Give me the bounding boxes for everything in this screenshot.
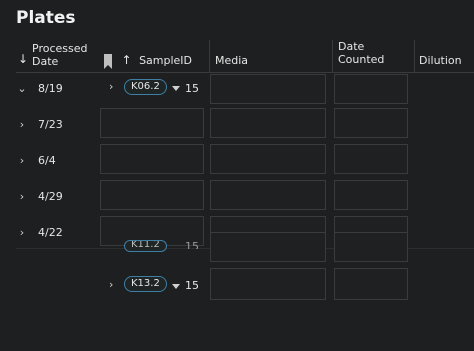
chevron-right-icon[interactable]: › [16, 226, 28, 239]
chevron-right-icon[interactable]: › [109, 80, 113, 93]
chevron-right-icon[interactable]: › [16, 118, 28, 131]
media-cell[interactable] [210, 268, 326, 300]
group-row-7-23[interactable]: › 7/23 [16, 109, 63, 139]
media-header[interactable]: Media [215, 54, 248, 67]
processed-date-label: Processed Date [32, 42, 88, 68]
page-title: Plates [16, 8, 76, 28]
sample-count-partial: 15 [185, 240, 199, 249]
date-counted-header[interactable]: Date Counted [338, 40, 398, 66]
chevron-down-icon[interactable]: ⌄ [16, 82, 28, 95]
sort-descending-icon[interactable]: ↓ [18, 53, 28, 66]
media-cell[interactable] [210, 232, 326, 262]
sampleid-cell[interactable] [100, 180, 204, 210]
media-cell[interactable] [210, 180, 326, 210]
dropdown-arrow-icon[interactable] [172, 284, 180, 289]
sampleid-pill[interactable]: K06.2 [124, 79, 167, 95]
group-date: 7/23 [38, 117, 63, 131]
group-date: 8/19 [38, 81, 63, 95]
column-divider[interactable] [332, 40, 333, 72]
group-row-8-19[interactable]: ⌄ 8/19 [16, 73, 63, 103]
dilution-header[interactable]: Dilution [419, 54, 462, 67]
header-divider [16, 72, 474, 73]
sampleid-pill-partial[interactable]: K11.2 [124, 240, 167, 252]
column-divider[interactable] [209, 40, 210, 72]
date-counted-cell[interactable] [334, 144, 408, 174]
media-cell[interactable] [210, 74, 326, 104]
column-divider[interactable] [414, 40, 415, 72]
media-cell[interactable] [210, 144, 326, 174]
date-counted-cell[interactable] [334, 232, 408, 262]
group-date: 6/4 [38, 153, 56, 167]
dropdown-arrow-icon[interactable] [172, 86, 180, 91]
group-row-4-29[interactable]: › 4/29 [16, 181, 63, 211]
date-counted-cell[interactable] [334, 108, 408, 138]
media-cell[interactable] [210, 108, 326, 138]
sampleid-cell[interactable] [100, 144, 204, 174]
group-date: 4/22 [38, 225, 63, 239]
chevron-right-icon[interactable]: › [109, 278, 113, 291]
bookmark-icon[interactable] [104, 54, 112, 69]
group-row-4-22[interactable]: › 4/22 [16, 217, 63, 247]
sampleid-cell[interactable] [100, 108, 204, 138]
sampleid-pill[interactable]: K13.2 [124, 276, 167, 292]
date-counted-cell[interactable] [334, 180, 408, 210]
sample-count: 15 [185, 82, 199, 95]
group-date: 4/29 [38, 189, 63, 203]
group-row-6-4[interactable]: › 6/4 [16, 145, 56, 175]
sample-count: 15 [185, 279, 199, 292]
date-counted-cell[interactable] [334, 268, 408, 300]
sampleid-header[interactable]: ↑ SampleID [104, 53, 204, 69]
chevron-right-icon[interactable]: › [16, 154, 28, 167]
chevron-right-icon[interactable]: › [16, 190, 28, 203]
sampleid-label: SampleID [139, 54, 193, 67]
sort-ascending-icon[interactable]: ↑ [122, 53, 132, 67]
date-counted-cell[interactable] [334, 74, 408, 104]
